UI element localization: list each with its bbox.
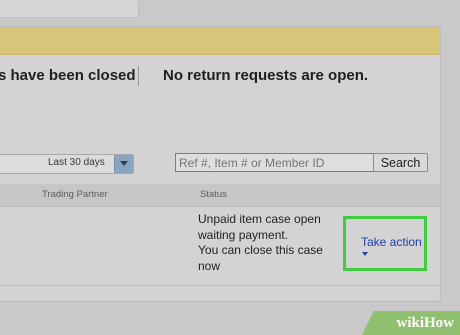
summary-divider [138,66,139,86]
panel-header-bar [0,27,440,55]
take-action-highlight: Take action [343,216,427,271]
status-line: You can close this case [198,243,323,257]
take-action-link[interactable]: Take action [361,235,422,249]
caret-down-icon [120,161,128,166]
caret-down-icon[interactable] [362,252,368,256]
open-summary: No return requests are open. [163,67,369,84]
status-line: now [198,258,221,273]
search-button[interactable]: Search [373,153,428,172]
period-value: Last 30 days [48,157,105,168]
wikihow-watermark: wikiHow [362,311,460,335]
top-card [0,0,139,18]
watermark-text: wikiHow [396,314,454,331]
table-row: Unpaid item case open waiting payment. Y… [0,207,440,286]
status-line: waiting payment. [198,227,289,242]
status-line: Unpaid item case open [198,212,321,226]
column-header-trading-partner: Trading Partner [42,189,108,200]
table-header: Trading Partner Status [0,184,440,207]
returns-panel: s have been closed No return requests ar… [0,26,441,302]
column-header-status: Status [200,189,227,200]
period-dropdown[interactable]: Last 30 days [0,154,134,174]
closed-summary: s have been closed [0,67,136,84]
status-text: Unpaid item case open waiting payment. Y… [198,212,338,274]
search-input[interactable] [175,153,375,172]
dropdown-arrow-button[interactable] [114,155,133,173]
